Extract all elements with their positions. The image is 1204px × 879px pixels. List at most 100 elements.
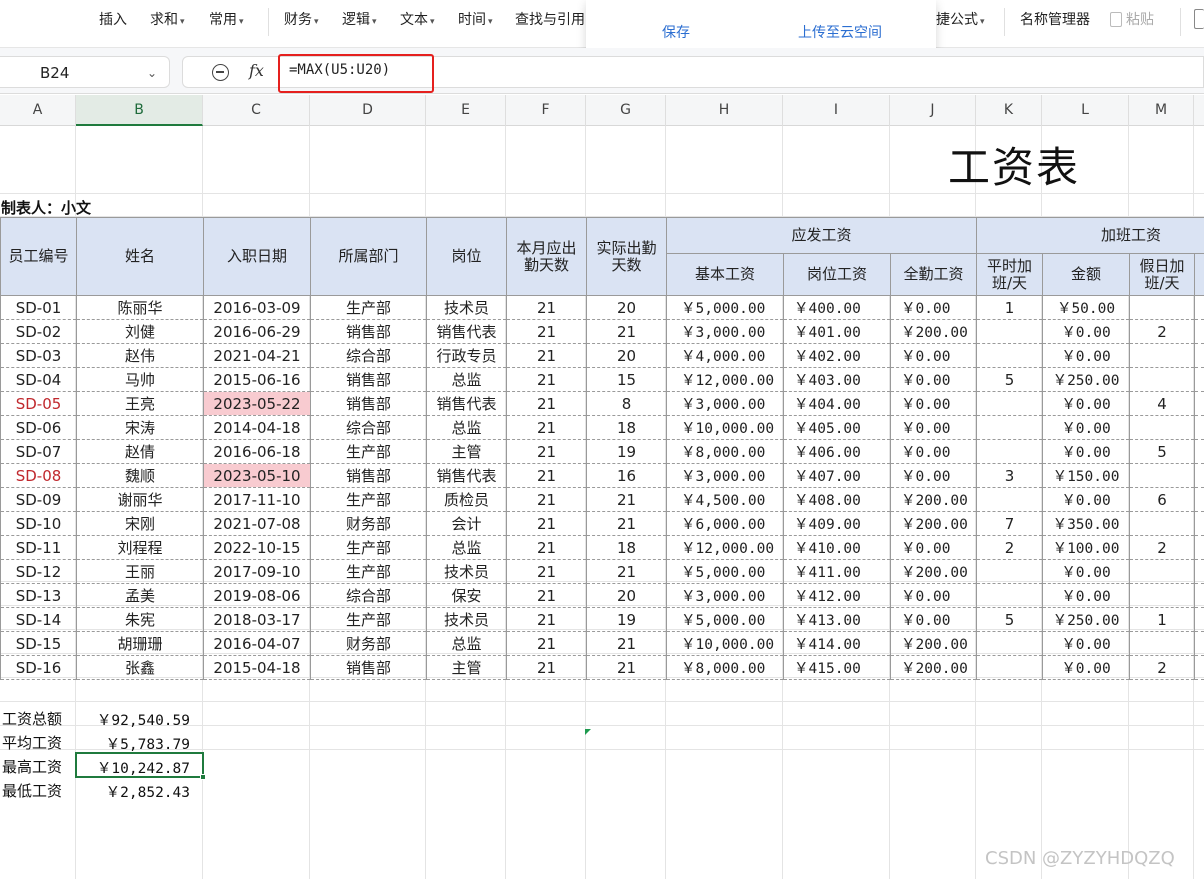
cell-actual-days[interactable]: 21: [586, 319, 667, 344]
cell-ot-holiday[interactable]: 4: [1129, 391, 1196, 416]
cell-position[interactable]: 主管: [426, 439, 507, 464]
cell-overflow[interactable]: [1194, 343, 1204, 368]
cell-actual-days[interactable]: 18: [586, 415, 667, 440]
cell-required-days[interactable]: 21: [506, 487, 587, 512]
cell-ot-amount[interactable]: ￥50.00: [1042, 295, 1131, 320]
cell-post-pay[interactable]: ￥414.00: [783, 631, 891, 656]
column-header-e[interactable]: E: [426, 95, 506, 126]
header-overtime[interactable]: 加班工资: [976, 217, 1204, 254]
header-attendance-pay[interactable]: 全勤工资: [889, 253, 978, 296]
cell-position[interactable]: 总监: [426, 535, 507, 560]
cell-position[interactable]: 总监: [426, 631, 507, 656]
cell-post-pay[interactable]: ￥411.00: [783, 559, 891, 584]
cell-ot-amount[interactable]: ￥0.00: [1042, 343, 1131, 368]
cell-position[interactable]: 销售代表: [426, 319, 507, 344]
cell-base-pay[interactable]: ￥10,000.00: [666, 415, 784, 440]
active-cell-selection[interactable]: [75, 752, 204, 778]
cell-attendance-pay[interactable]: ￥0.00: [889, 463, 978, 488]
cell-actual-days[interactable]: 21: [586, 655, 667, 680]
cell-ot-amount[interactable]: ￥0.00: [1042, 583, 1131, 608]
column-header-l[interactable]: L: [1042, 95, 1129, 126]
cell-position[interactable]: 质检员: [426, 487, 507, 512]
cell-post-pay[interactable]: ￥407.00: [783, 463, 891, 488]
header-ot-amount[interactable]: 金额: [1042, 253, 1131, 296]
cell-emp-id[interactable]: SD-09: [0, 487, 77, 512]
cell-post-pay[interactable]: ￥405.00: [783, 415, 891, 440]
cell-name[interactable]: 赵倩: [76, 439, 204, 464]
header-gross-pay[interactable]: 应发工资: [665, 217, 978, 254]
cell-required-days[interactable]: 21: [506, 559, 587, 584]
cell-name[interactable]: 刘健: [76, 319, 204, 344]
cell-ot-holiday[interactable]: 2: [1129, 655, 1196, 680]
cell-base-pay[interactable]: ￥8,000.00: [666, 655, 784, 680]
ribbon-lookup-button[interactable]: 查找与引用: [515, 9, 585, 29]
cell-hire-date[interactable]: 2022-10-15: [203, 535, 311, 560]
header-overflow-cell[interactable]: [1194, 253, 1204, 296]
zoom-out-icon[interactable]: [212, 64, 229, 81]
cell-ot-weekday[interactable]: [976, 487, 1044, 512]
header-post-pay[interactable]: 岗位工资: [783, 253, 891, 296]
cell-ot-weekday[interactable]: 3: [976, 463, 1044, 488]
column-header-f[interactable]: F: [506, 95, 586, 126]
cell-required-days[interactable]: 21: [506, 655, 587, 680]
cell-actual-days[interactable]: 21: [586, 487, 667, 512]
cell-name[interactable]: 胡珊珊: [76, 631, 204, 656]
cell-emp-id[interactable]: SD-05: [0, 391, 77, 416]
header-ot-weekday[interactable]: 平时加班/天: [976, 253, 1044, 296]
cell-hire-date[interactable]: 2015-04-18: [203, 655, 311, 680]
cell-ot-holiday[interactable]: [1129, 511, 1196, 536]
cell-position[interactable]: 主管: [426, 655, 507, 680]
cell-post-pay[interactable]: ￥406.00: [783, 439, 891, 464]
cell-ot-amount[interactable]: ￥250.00: [1042, 607, 1131, 632]
cell-ot-weekday[interactable]: [976, 631, 1044, 656]
cell-ot-amount[interactable]: ￥0.00: [1042, 559, 1131, 584]
cell-dept[interactable]: 综合部: [310, 343, 427, 368]
cell-ot-amount[interactable]: ￥0.00: [1042, 631, 1131, 656]
cell-name[interactable]: 宋涛: [76, 415, 204, 440]
cell-position[interactable]: 行政专员: [426, 343, 507, 368]
cell-ot-amount[interactable]: ￥0.00: [1042, 415, 1131, 440]
cell-emp-id[interactable]: SD-14: [0, 607, 77, 632]
cell-actual-days[interactable]: 18: [586, 535, 667, 560]
summary-value-average[interactable]: ￥5,783.79: [74, 733, 190, 754]
cell-emp-id[interactable]: SD-12: [0, 559, 77, 584]
cell-overflow[interactable]: [1194, 367, 1204, 392]
header-actual-days[interactable]: 实际出勤天数: [586, 217, 667, 296]
cell-attendance-pay[interactable]: ￥200.00: [889, 655, 978, 680]
cell-dept[interactable]: 生产部: [310, 295, 427, 320]
cell-name[interactable]: 马帅: [76, 367, 204, 392]
cell-required-days[interactable]: 21: [506, 415, 587, 440]
cell-base-pay[interactable]: ￥12,000.00: [666, 367, 784, 392]
cell-ot-holiday[interactable]: [1129, 415, 1196, 440]
column-header-b[interactable]: B: [76, 95, 203, 126]
cell-attendance-pay[interactable]: ￥200.00: [889, 559, 978, 584]
header-dept[interactable]: 所属部门: [310, 217, 427, 296]
cell-base-pay[interactable]: ￥3,000.00: [666, 463, 784, 488]
cell-post-pay[interactable]: ￥412.00: [783, 583, 891, 608]
cell-attendance-pay[interactable]: ￥0.00: [889, 391, 978, 416]
column-header-a[interactable]: A: [0, 95, 76, 126]
cell-post-pay[interactable]: ￥409.00: [783, 511, 891, 536]
cell-hire-date[interactable]: 2016-06-29: [203, 319, 311, 344]
cell-name[interactable]: 陈丽华: [76, 295, 204, 320]
cell-name[interactable]: 王亮: [76, 391, 204, 416]
header-ot-holiday[interactable]: 假日加班/天: [1129, 253, 1196, 296]
cell-hire-date[interactable]: 2023-05-10: [203, 463, 311, 488]
cell-attendance-pay[interactable]: ￥0.00: [889, 535, 978, 560]
header-position[interactable]: 岗位: [426, 217, 507, 296]
save-button[interactable]: 保存: [662, 22, 690, 42]
ribbon-insert-function-button[interactable]: 插入: [99, 9, 127, 29]
cell-base-pay[interactable]: ￥4,500.00: [666, 487, 784, 512]
cell-ot-amount[interactable]: ￥350.00: [1042, 511, 1131, 536]
cell-ot-weekday[interactable]: 1: [976, 295, 1044, 320]
header-emp-id[interactable]: 员工编号: [0, 217, 77, 296]
ribbon-time-button[interactable]: 时间 ▾: [458, 9, 493, 29]
cell-overflow[interactable]: [1194, 583, 1204, 608]
cell-actual-days[interactable]: 15: [586, 367, 667, 392]
cell-position[interactable]: 会计: [426, 511, 507, 536]
cell-post-pay[interactable]: ￥413.00: [783, 607, 891, 632]
ribbon-autosum-button[interactable]: 求和 ▾: [150, 9, 185, 29]
cell-ot-weekday[interactable]: 5: [976, 367, 1044, 392]
cell-base-pay[interactable]: ￥5,000.00: [666, 559, 784, 584]
cell-emp-id[interactable]: SD-11: [0, 535, 77, 560]
